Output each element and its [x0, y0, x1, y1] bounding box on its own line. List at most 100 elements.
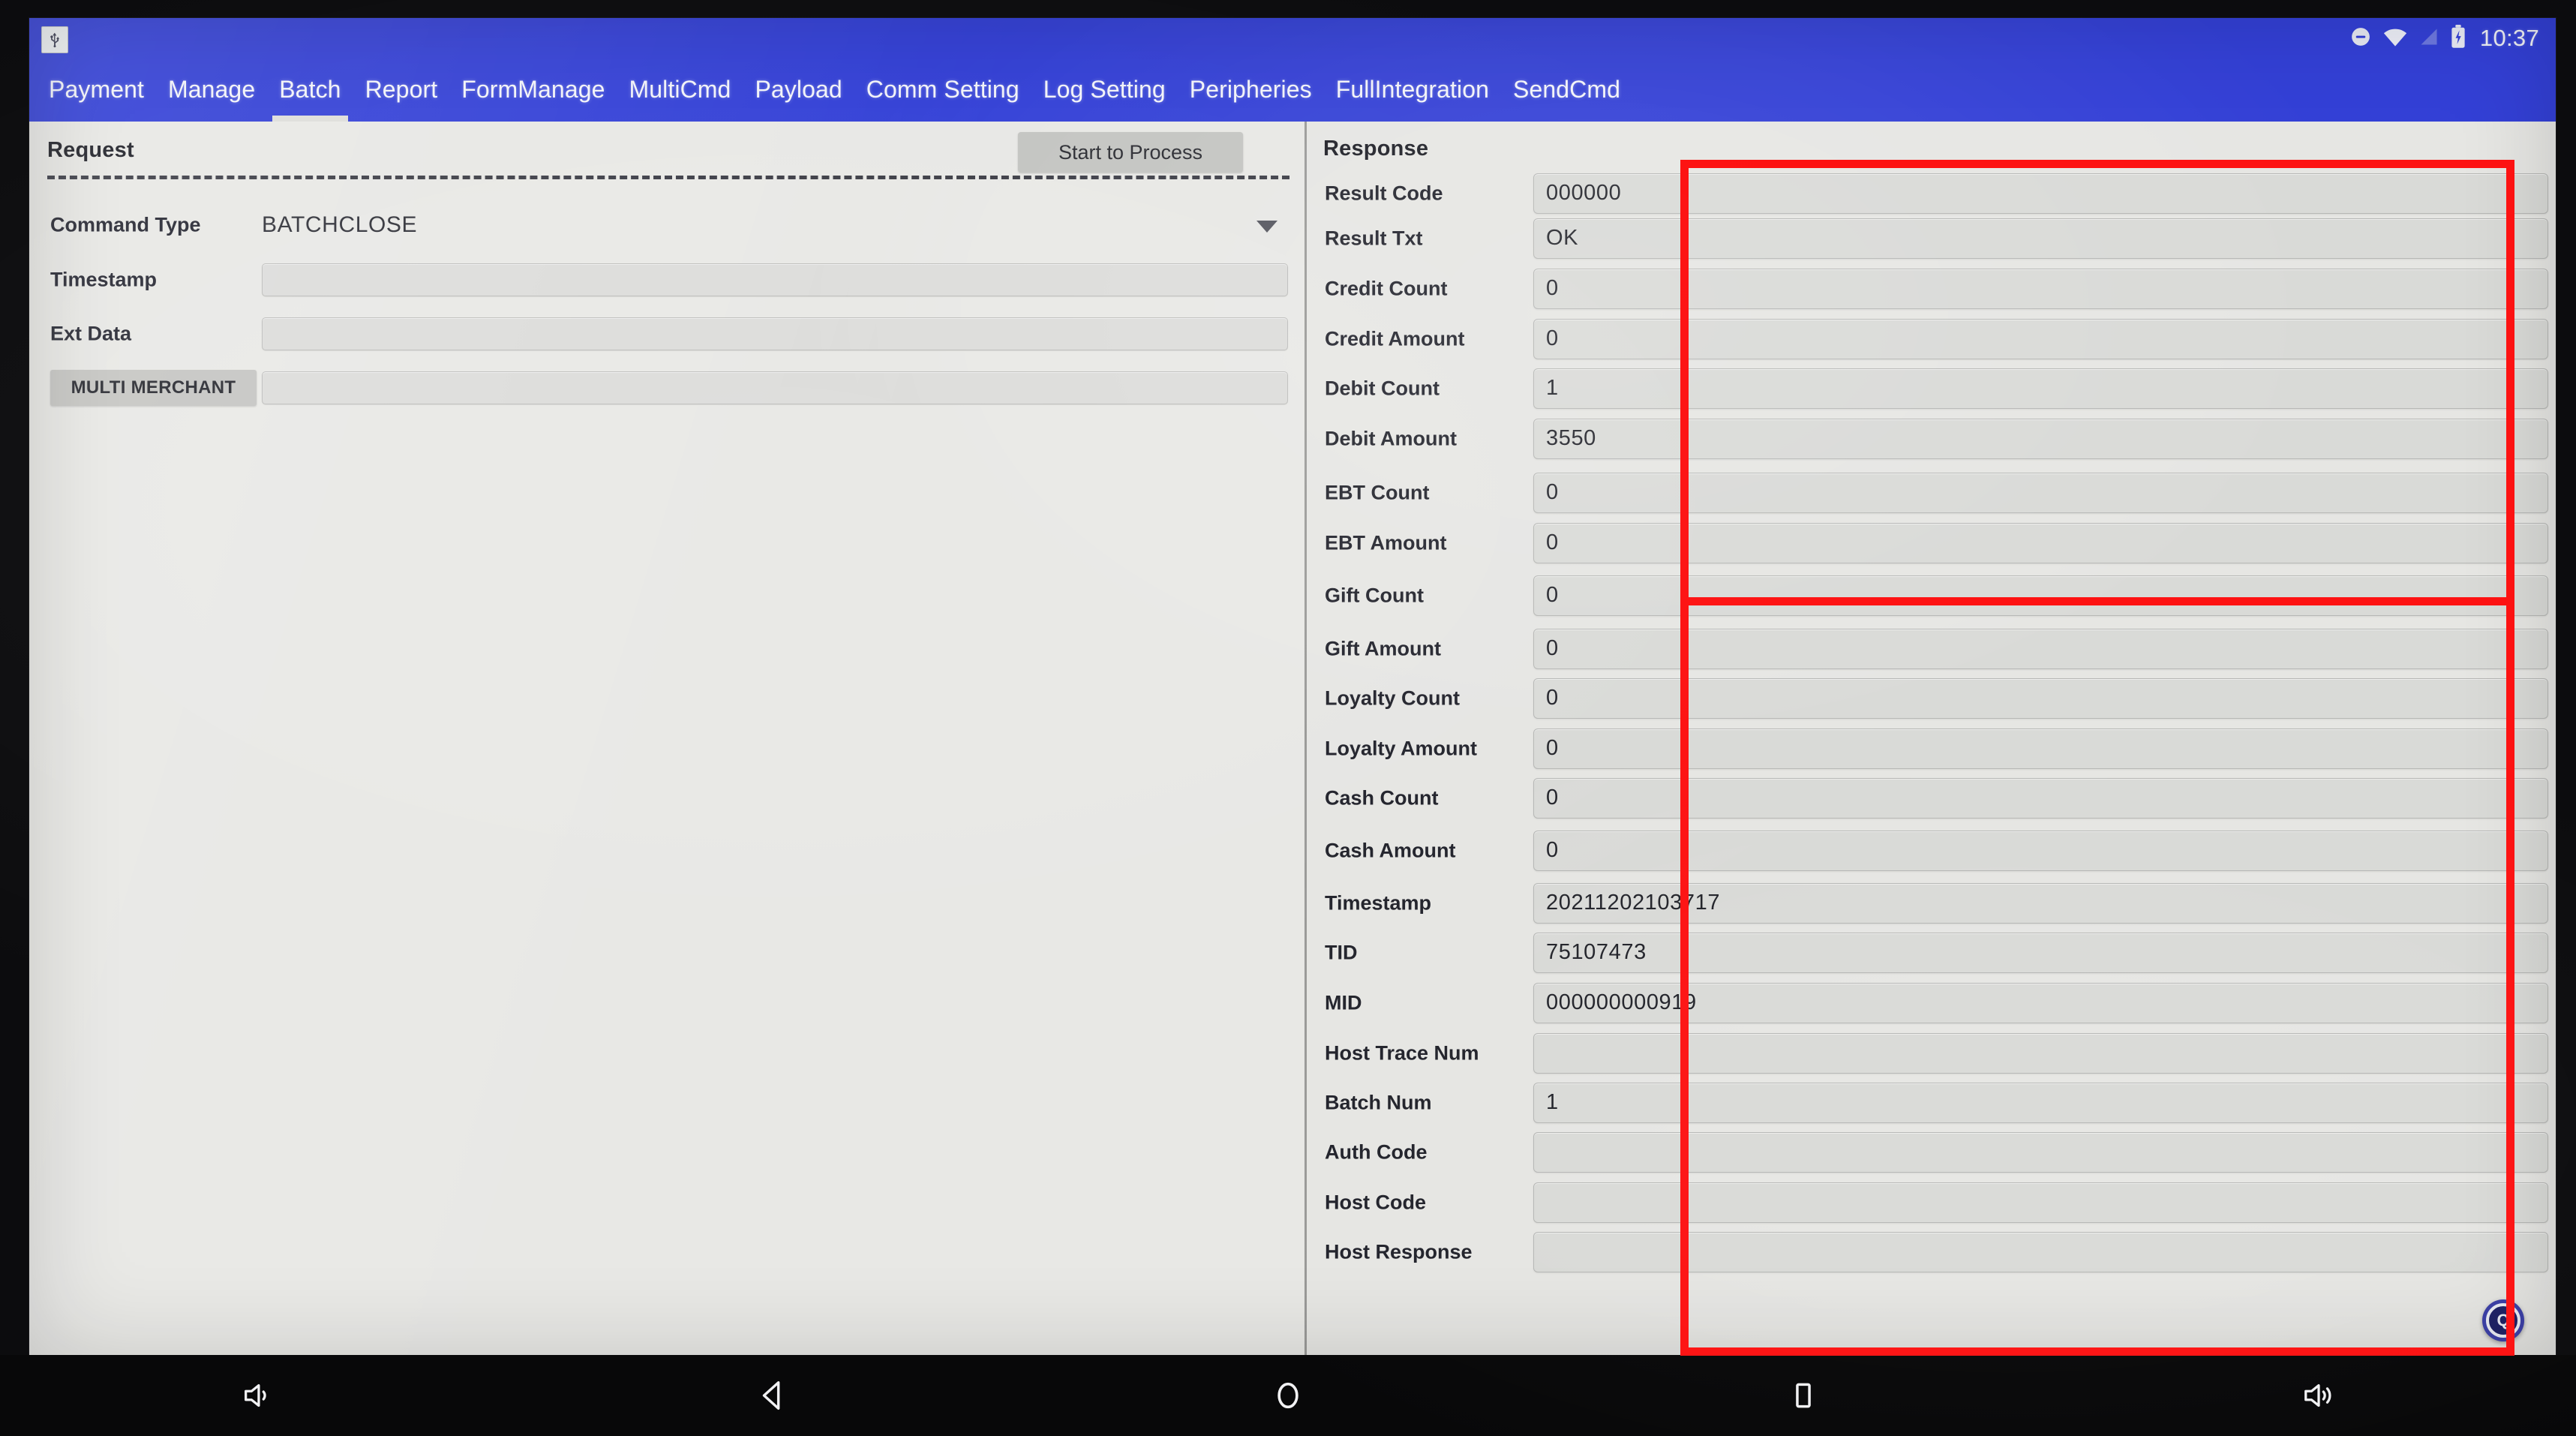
- multi-merchant-button[interactable]: MULTI MERCHANT: [50, 370, 257, 406]
- tab-batch[interactable]: Batch: [272, 76, 348, 123]
- nav-recents-button[interactable]: [1545, 1379, 2061, 1412]
- debit-count-label: Debit Count: [1325, 377, 1440, 399]
- tab-sendcmd[interactable]: SendCmd: [1513, 76, 1620, 105]
- ext-data-input[interactable]: [262, 317, 1288, 350]
- nav-volume-down[interactable]: [0, 1378, 515, 1413]
- loyalty-amount-label: Loyalty Amount: [1325, 737, 1478, 759]
- device-screen: 10:37 Payment Manage Batch Report FormMa…: [29, 18, 2556, 1358]
- response-row: TID 75107473: [1307, 926, 2556, 979]
- gift-count-field[interactable]: 0: [1533, 575, 2548, 616]
- host-trace-num-field[interactable]: [1533, 1032, 2548, 1074]
- response-row: Debit Count 1: [1307, 362, 2556, 415]
- auth-code-field[interactable]: [1533, 1131, 2548, 1173]
- gift-count-label: Gift Count: [1325, 584, 1424, 606]
- response-row: Host Response: [1307, 1225, 2556, 1278]
- tab-manage[interactable]: Manage: [168, 76, 255, 105]
- result-txt-field[interactable]: OK: [1533, 218, 2548, 259]
- command-type-value: BATCHCLOSE: [262, 212, 418, 237]
- response-row: EBT Amount 0: [1307, 516, 2556, 569]
- tab-fullintegration[interactable]: FullIntegration: [1336, 76, 1489, 105]
- timestamp-field[interactable]: 20211202103717: [1533, 882, 2548, 924]
- multi-merchant-row: MULTI MERCHANT: [29, 367, 1303, 409]
- batch-num-label: Batch Num: [1325, 1091, 1432, 1113]
- batch-num-value: 1: [1546, 1090, 1559, 1114]
- response-panel: Response Result Code 000000 Result Txt OK …: [1305, 122, 2556, 1358]
- response-row: Credit Amount 0: [1307, 312, 2556, 365]
- debit-amount-value: 3550: [1546, 426, 1596, 450]
- loyalty-count-field[interactable]: 0: [1533, 677, 2548, 719]
- loyalty-amount-value: 0: [1546, 736, 1559, 760]
- host-code-field[interactable]: [1533, 1182, 2548, 1223]
- quick-action-badge[interactable]: Q: [2482, 1299, 2524, 1341]
- ebt-count-value: 0: [1546, 480, 1559, 504]
- battery-charging-icon: [2450, 24, 2466, 53]
- command-type-dropdown[interactable]: BATCHCLOSE: [262, 206, 1288, 244]
- response-row: Auth Code: [1307, 1125, 2556, 1179]
- response-row: Credit Count 0: [1307, 262, 2556, 315]
- host-trace-num-label: Host Trace Num: [1325, 1041, 1479, 1064]
- device-bezel: 10:37 Payment Manage Batch Report FormMa…: [0, 0, 2576, 1436]
- credit-count-label: Credit Count: [1325, 277, 1448, 299]
- tab-comm-setting[interactable]: Comm Setting: [866, 76, 1019, 105]
- cash-count-field[interactable]: 0: [1533, 777, 2548, 819]
- ext-data-label: Ext Data: [50, 322, 132, 345]
- debit-amount-field[interactable]: 3550: [1533, 418, 2548, 459]
- wifi-icon: [2382, 26, 2408, 51]
- mid-value: 000000000919: [1546, 990, 1697, 1014]
- request-divider: [47, 176, 1290, 179]
- nav-back-button[interactable]: [515, 1378, 1031, 1413]
- start-to-process-button[interactable]: Start to Process: [1018, 132, 1243, 173]
- multi-merchant-input[interactable]: [262, 371, 1288, 404]
- debit-count-field[interactable]: 1: [1533, 368, 2548, 409]
- result-code-label: Result Code: [1325, 182, 1443, 204]
- response-row: Loyalty Amount 0: [1307, 722, 2556, 775]
- credit-amount-value: 0: [1546, 326, 1559, 350]
- tab-payment[interactable]: Payment: [49, 76, 144, 105]
- result-code-value: 000000: [1546, 181, 1622, 205]
- timestamp-input[interactable]: [262, 263, 1288, 296]
- ebt-amount-value: 0: [1546, 530, 1559, 554]
- mid-field[interactable]: 000000000919: [1533, 982, 2548, 1023]
- q-badge-label: Q: [2486, 1303, 2520, 1338]
- gift-amount-label: Gift Amount: [1325, 637, 1441, 659]
- nav-home-button[interactable]: [1031, 1378, 1546, 1413]
- nav-volume-up[interactable]: [2061, 1378, 2576, 1413]
- ebt-amount-label: EBT Amount: [1325, 531, 1447, 554]
- cash-amount-value: 0: [1546, 838, 1559, 862]
- response-row: Cash Amount 0: [1307, 824, 2556, 877]
- response-title: Response: [1323, 137, 1429, 161]
- ebt-amount-field[interactable]: 0: [1533, 522, 2548, 563]
- usb-icon: [41, 26, 68, 53]
- tab-log-setting[interactable]: Log Setting: [1043, 76, 1166, 105]
- tab-report[interactable]: Report: [365, 76, 438, 105]
- cash-amount-label: Cash Amount: [1325, 839, 1456, 861]
- gift-amount-value: 0: [1546, 636, 1559, 660]
- batch-num-field[interactable]: 1: [1533, 1082, 2548, 1123]
- response-row: Timestamp 20211202103717: [1307, 876, 2556, 930]
- tab-multicmd[interactable]: MultiCmd: [629, 76, 731, 105]
- result-txt-value: OK: [1546, 226, 1579, 250]
- cash-count-value: 0: [1546, 786, 1559, 810]
- timestamp-value: 20211202103717: [1546, 891, 1721, 915]
- tab-peripheries[interactable]: Peripheries: [1190, 76, 1312, 105]
- ebt-count-field[interactable]: 0: [1533, 472, 2548, 513]
- response-row: Gift Amount 0: [1307, 622, 2556, 675]
- gift-amount-field[interactable]: 0: [1533, 628, 2548, 669]
- credit-amount-field[interactable]: 0: [1533, 318, 2548, 359]
- tab-payload[interactable]: Payload: [755, 76, 842, 105]
- request-panel: Request Start to Process Command Type BA…: [29, 122, 1303, 1358]
- tab-formmanage[interactable]: FormManage: [461, 76, 605, 105]
- request-title: Request: [47, 138, 134, 162]
- host-response-field[interactable]: [1533, 1231, 2548, 1272]
- gift-count-value: 0: [1546, 583, 1559, 607]
- cash-amount-field[interactable]: 0: [1533, 830, 2548, 871]
- timestamp-label: Timestamp: [50, 268, 158, 291]
- loyalty-count-value: 0: [1546, 686, 1559, 710]
- loyalty-amount-field[interactable]: 0: [1533, 728, 2548, 769]
- credit-count-field[interactable]: 0: [1533, 268, 2548, 309]
- android-status-bar: 10:37: [29, 18, 2556, 59]
- result-code-field[interactable]: 000000: [1533, 173, 2548, 214]
- ext-data-row: Ext Data: [29, 313, 1303, 355]
- status-bar-clock: 10:37: [2479, 25, 2539, 51]
- tid-field[interactable]: 75107473: [1533, 932, 2548, 973]
